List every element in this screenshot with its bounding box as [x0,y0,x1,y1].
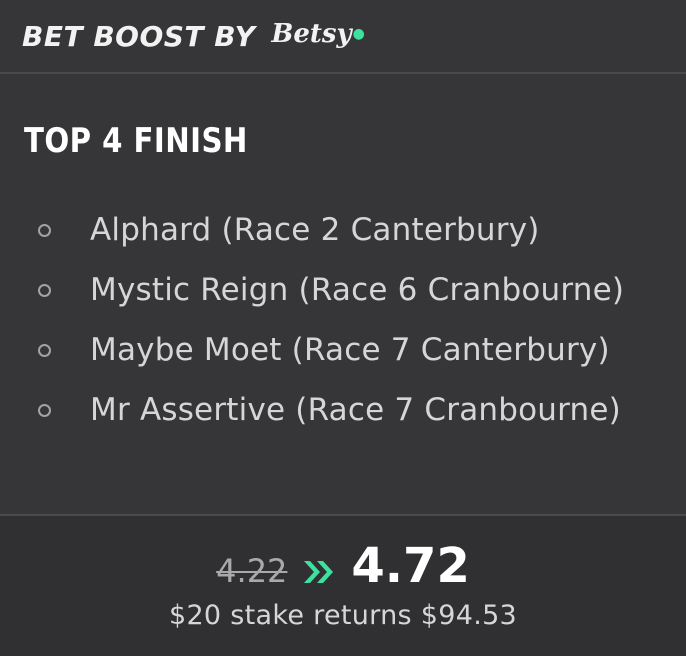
previous-odds: 4.22 [216,552,288,590]
bet-boost-card[interactable]: BET BOOST BY Betsy● TOP 4 FINISH Alphard… [0,0,686,656]
radio-circle-icon [38,223,51,237]
odds-footer[interactable]: 4.22 4.72 $20 stake returns $94.53 [0,514,686,656]
odds-row: 4.22 4.72 [0,538,686,594]
selection-label: Maybe Moet (Race 7 Canterbury) [90,332,610,368]
radio-circle-icon [38,403,51,417]
brand-logo: Betsy● [271,19,365,49]
radio-circle-icon [38,343,51,357]
brand-dot-icon: ● [352,26,365,42]
market-title: TOP 4 FINISH [24,121,248,161]
stake-returns-text: $20 stake returns $94.53 [168,600,518,631]
selection-label: Mr Assertive (Race 7 Cranbourne) [90,392,621,428]
selection-label: Alphard (Race 2 Canterbury) [90,212,540,248]
bet-boost-title: BET BOOST BY [22,19,256,53]
double-chevron-right-icon [301,558,337,586]
boosted-odds: 4.72 [351,538,470,594]
selection-label: Mystic Reign (Race 6 Cranbourne) [90,272,625,308]
brand-name: Betsy [271,19,352,49]
radio-circle-icon [38,283,51,297]
card-header: BET BOOST BY Betsy● [0,0,686,74]
